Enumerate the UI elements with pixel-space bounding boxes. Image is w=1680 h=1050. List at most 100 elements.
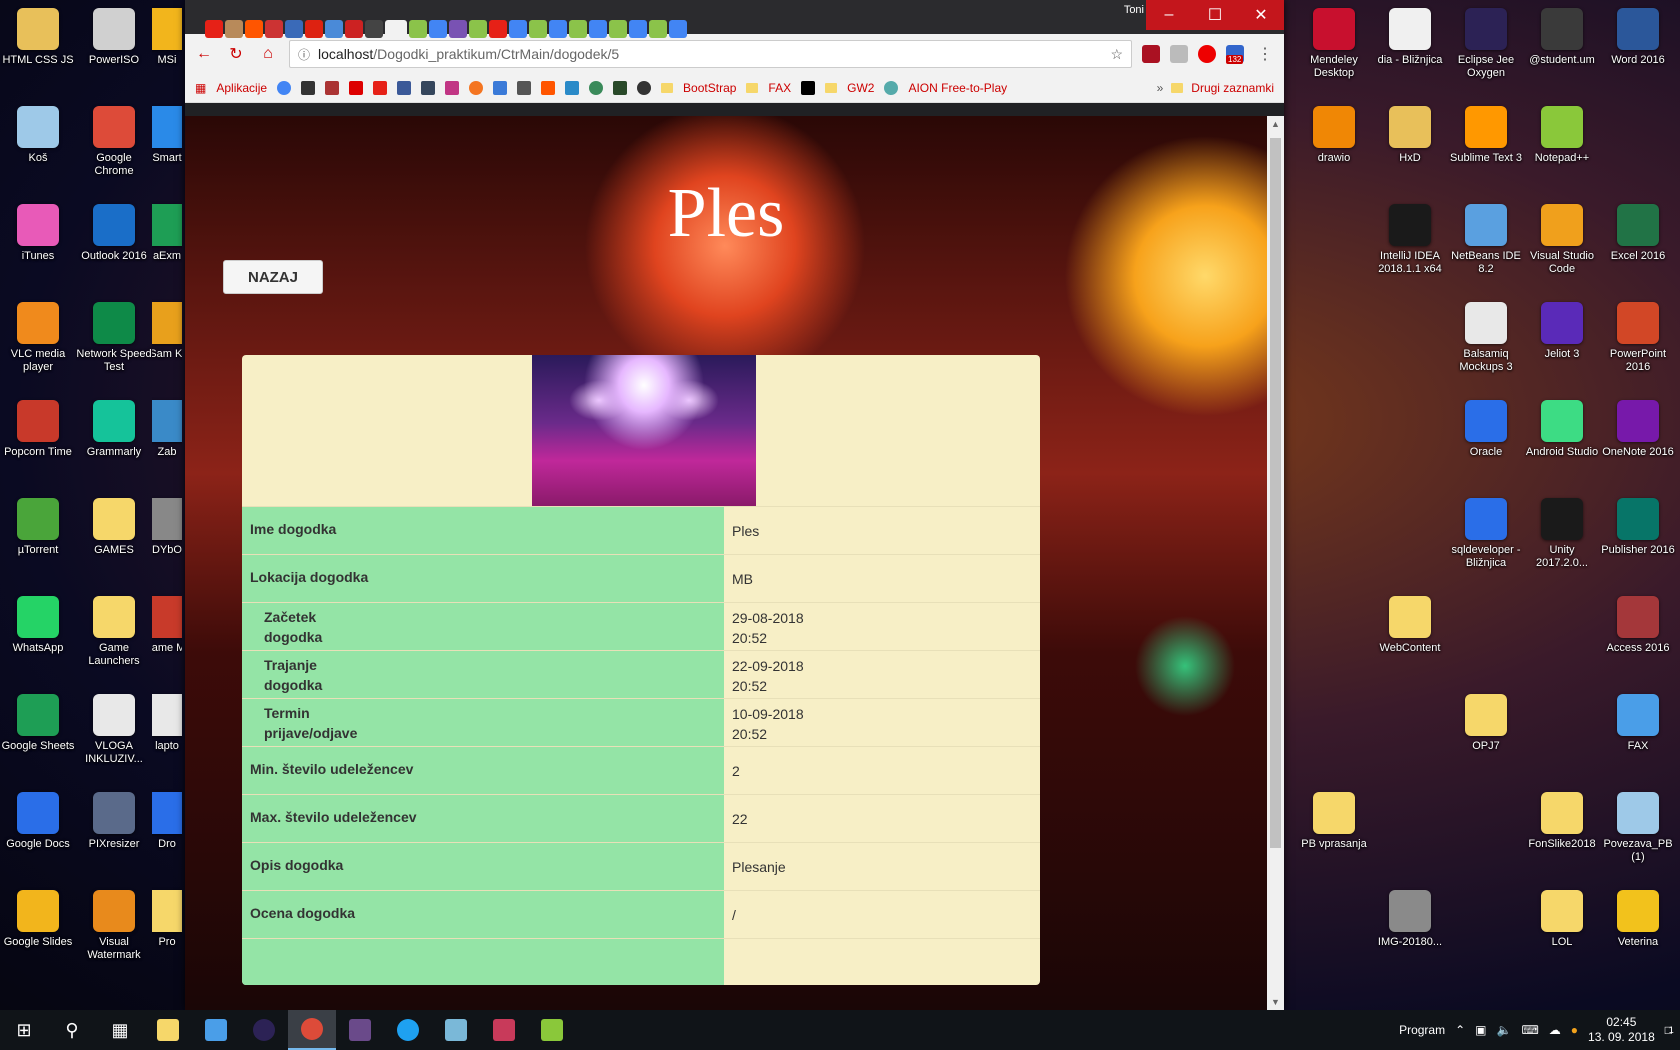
right-icon-49[interactable]: Veterina xyxy=(1600,882,1676,980)
right-icon-31[interactable]: Notepad++ xyxy=(1524,98,1600,196)
scrollbar-thumb[interactable] xyxy=(1270,138,1281,848)
chevron-up-icon[interactable]: ⌃ xyxy=(1455,1023,1465,1037)
left-icon-0[interactable]: HTML CSS JS xyxy=(0,0,76,98)
bookmark-facebook-icon[interactable] xyxy=(397,81,412,95)
left-icon-18[interactable]: PIXresizer xyxy=(76,784,152,882)
bookmark-9gag-icon[interactable] xyxy=(801,81,816,95)
right-icon-30[interactable]: @student.um xyxy=(1524,0,1600,98)
tab-android-6[interactable] xyxy=(649,20,667,38)
right-icon-43[interactable]: PowerPoint 2016 xyxy=(1600,294,1676,392)
bookmark-instagram-icon[interactable] xyxy=(445,81,460,95)
tab-a[interactable] xyxy=(305,20,323,38)
tab-google-4[interactable] xyxy=(589,20,607,38)
left-icon-2[interactable]: iTunes xyxy=(0,196,76,294)
scroll-down-icon[interactable]: ▼ xyxy=(1267,994,1284,1010)
bookmark-youtube-icon[interactable] xyxy=(373,81,388,95)
left-icon-3[interactable]: VLC media player xyxy=(0,294,76,392)
left-icon-17[interactable]: VLOGA INKLUZIV... xyxy=(76,686,152,784)
right-icon-35[interactable]: Unity 2017.2.0... xyxy=(1524,490,1600,588)
right-icon-19[interactable]: IMG-20180... xyxy=(1372,882,1448,980)
right-icon-27[interactable]: OPJ7 xyxy=(1448,686,1524,784)
right-icon-33[interactable]: Jeliot 3 xyxy=(1524,294,1600,392)
right-icon-23[interactable]: Balsamiq Mockups 3 xyxy=(1448,294,1524,392)
tab-cloud[interactable] xyxy=(285,20,303,38)
tab-doc[interactable] xyxy=(325,20,343,38)
tab-hsu[interactable] xyxy=(345,20,363,38)
network-icon[interactable]: ▣ xyxy=(1475,1023,1486,1037)
bookmark-blue-icon[interactable] xyxy=(493,81,508,95)
right-icon-10[interactable]: dia - Bližnjica xyxy=(1372,0,1448,98)
bookmark-other[interactable]: Drugi zaznamki xyxy=(1191,81,1274,95)
tab-youtube-2[interactable] xyxy=(489,20,507,38)
bookmark-bootstrap[interactable]: BootStrap xyxy=(683,81,736,95)
bookmark-google-icon[interactable] xyxy=(277,81,292,95)
right-icon-21[interactable]: Sublime Text 3 xyxy=(1448,98,1524,196)
right-icon-38[interactable]: FonSlike2018 xyxy=(1524,784,1600,882)
bookmark-gw2[interactable]: GW2 xyxy=(847,81,874,95)
right-icon-42[interactable]: Excel 2016 xyxy=(1600,196,1676,294)
back-button[interactable]: NAZAJ xyxy=(223,260,323,294)
tab-google-5[interactable] xyxy=(629,20,647,38)
right-icon-16[interactable]: WebContent xyxy=(1372,588,1448,686)
left-icon-15[interactable]: GAMES xyxy=(76,490,152,588)
page-scrollbar[interactable]: ▲ ▼ xyxy=(1267,116,1284,1010)
extension-copy-icon[interactable] xyxy=(1170,45,1188,63)
bookmark-aion-icon[interactable] xyxy=(884,81,899,95)
tab-ninja[interactable] xyxy=(365,20,383,38)
tab-soundcloud[interactable] xyxy=(245,20,263,38)
left-icon-22[interactable]: aExm xyxy=(152,196,182,294)
left-icon-6[interactable]: WhatsApp xyxy=(0,588,76,686)
back-arrow-icon[interactable]: ← xyxy=(193,45,215,63)
tab-android[interactable] xyxy=(409,20,427,38)
maximize-icon[interactable]: ☐ xyxy=(1192,0,1238,30)
tab-google-2[interactable] xyxy=(509,20,527,38)
left-icon-20[interactable]: MSi xyxy=(152,0,182,98)
left-icon-13[interactable]: Network Speed Test xyxy=(76,294,152,392)
right-icon-40[interactable]: Word 2016 xyxy=(1600,0,1676,98)
bookmark-tumblr-icon[interactable] xyxy=(421,81,436,95)
bookmark-controller-icon[interactable] xyxy=(613,81,628,95)
bookmark-star-icon[interactable]: ☆ xyxy=(1110,46,1123,63)
right-icon-8[interactable]: PB vprasanja xyxy=(1296,784,1372,882)
tab-android-3[interactable] xyxy=(529,20,547,38)
right-icon-25[interactable]: sqldeveloper - Bližnjica xyxy=(1448,490,1524,588)
right-icon-12[interactable]: IntelliJ IDEA 2018.1.1 x64 xyxy=(1372,196,1448,294)
search-icon[interactable]: ⚲ xyxy=(48,1010,96,1050)
bookmark-apps[interactable]: Aplikacije xyxy=(216,81,267,95)
tab-google-6[interactable] xyxy=(669,20,687,38)
left-icon-5[interactable]: µTorrent xyxy=(0,490,76,588)
bookmark-aion[interactable]: AION Free-to-Play xyxy=(908,81,1007,95)
program-label[interactable]: Program xyxy=(1399,1023,1445,1037)
taskbar-eclipse-icon[interactable] xyxy=(240,1010,288,1050)
left-icon-10[interactable]: PowerISO xyxy=(76,0,152,98)
clock[interactable]: 02:45 13. 09. 2018 xyxy=(1588,1015,1655,1045)
scroll-up-icon[interactable]: ▲ xyxy=(1267,116,1284,132)
bookmark-crunchyroll-icon[interactable] xyxy=(469,81,484,95)
left-icon-12[interactable]: Outlook 2016 xyxy=(76,196,152,294)
extension-mendeley-icon[interactable] xyxy=(1142,45,1160,63)
tab-dog[interactable] xyxy=(225,20,243,38)
minimize-icon[interactable]: – xyxy=(1146,0,1192,30)
extension-adblock-icon[interactable] xyxy=(1198,45,1216,63)
address-bar[interactable]: ⓘ localhost/Dogodki_praktikum/CtrMain/do… xyxy=(289,40,1132,68)
bookmark-clock-icon[interactable] xyxy=(637,81,652,95)
bookmark-dots-icon[interactable] xyxy=(517,81,532,95)
bookmark-news-icon[interactable] xyxy=(325,81,340,95)
left-icon-7[interactable]: Google Sheets xyxy=(0,686,76,784)
weather-icon[interactable]: ● xyxy=(1571,1023,1578,1037)
left-icon-19[interactable]: Visual Watermark xyxy=(76,882,152,980)
tab-google-3[interactable] xyxy=(549,20,567,38)
taskbar-notepadpp-icon[interactable] xyxy=(528,1010,576,1050)
tab-google[interactable] xyxy=(429,20,447,38)
tab-file[interactable] xyxy=(265,20,283,38)
tab-android-2[interactable] xyxy=(469,20,487,38)
apps-grid-icon[interactable]: ▦ xyxy=(195,81,206,95)
left-icon-28[interactable]: Dro xyxy=(152,784,182,882)
bookmark-fax[interactable]: FAX xyxy=(768,81,791,95)
left-icon-23[interactable]: Sam Ki xyxy=(152,294,182,392)
right-icon-24[interactable]: Oracle xyxy=(1448,392,1524,490)
left-icon-29[interactable]: Pro xyxy=(152,882,182,980)
tab-bootstrap[interactable] xyxy=(449,20,467,38)
right-icon-1[interactable]: drawio xyxy=(1296,98,1372,196)
right-icon-20[interactable]: Eclipse Jee Oxygen xyxy=(1448,0,1524,98)
